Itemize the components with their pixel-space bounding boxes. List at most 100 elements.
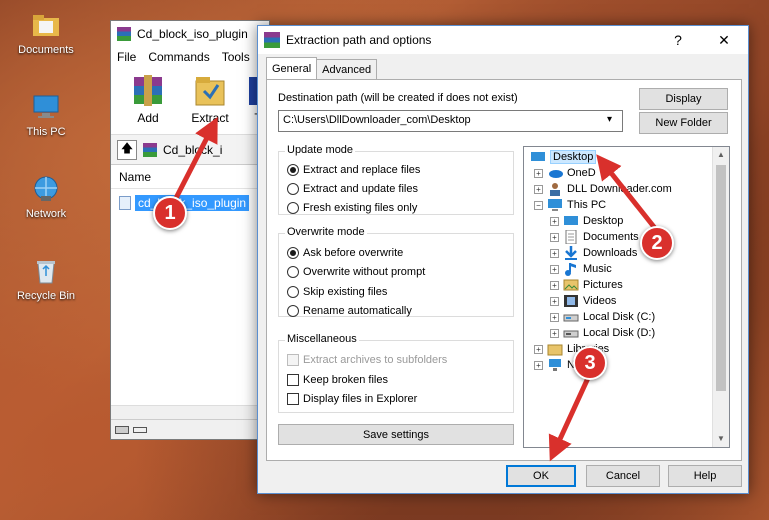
- key-icon: [133, 426, 147, 433]
- radio-fresh-existing[interactable]: Fresh existing files only: [287, 202, 417, 214]
- expand-icon[interactable]: +: [550, 264, 559, 274]
- tree-item-local-disk-c[interactable]: + Local Disk (C:): [550, 309, 655, 325]
- libraries-icon: [547, 342, 563, 356]
- menu-tools[interactable]: Tools: [222, 50, 250, 64]
- collapse-icon[interactable]: −: [534, 200, 543, 210]
- expand-icon[interactable]: +: [550, 280, 559, 290]
- horizontal-scrollbar[interactable]: [111, 405, 269, 419]
- option-label: Fresh existing files only: [303, 202, 418, 214]
- tree-item-music[interactable]: + Music: [550, 261, 612, 277]
- extract-to-button[interactable]: Extract To: [185, 73, 235, 139]
- expand-icon[interactable]: +: [550, 248, 559, 258]
- overwrite-mode-title: Overwrite mode: [285, 226, 367, 238]
- display-button[interactable]: Display: [639, 88, 728, 110]
- help-button[interactable]: Help: [668, 465, 742, 487]
- radio-rename-automatically[interactable]: Rename automatically: [287, 305, 412, 317]
- tab-general[interactable]: General: [266, 57, 318, 79]
- destination-path-input[interactable]: C:\Users\DllDownloader_com\Desktop: [278, 110, 623, 132]
- onedrive-icon: [547, 166, 563, 180]
- scroll-down-icon[interactable]: ▼: [713, 431, 729, 447]
- expand-icon[interactable]: +: [534, 360, 543, 370]
- desktop-icon-this-pc[interactable]: This PC: [8, 92, 84, 138]
- file-row[interactable]: cd_block_iso_plugin: [119, 193, 269, 213]
- save-settings-button[interactable]: Save settings: [278, 424, 514, 445]
- radio-button[interactable]: [287, 164, 299, 176]
- extract-to-icon: [190, 73, 230, 109]
- close-button[interactable]: ✕: [704, 26, 744, 54]
- winrar-menubar: File Commands Tools: [111, 47, 269, 67]
- tree-item-videos[interactable]: + Videos: [550, 293, 616, 309]
- tree-scrollbar[interactable]: ▲ ▼: [712, 147, 729, 447]
- dialog-title: Extraction path and options: [286, 33, 432, 47]
- expand-icon[interactable]: +: [550, 232, 559, 242]
- check-display-in-explorer[interactable]: Display files in Explorer: [287, 393, 417, 405]
- radio-ask-before-overwrite[interactable]: Ask before overwrite: [287, 247, 403, 259]
- radio-button[interactable]: [287, 266, 299, 278]
- checkbox[interactable]: [287, 374, 299, 386]
- radio-button[interactable]: [287, 183, 299, 195]
- winrar-titlebar: Cd_block_iso_plugin: [111, 21, 269, 47]
- tree-item-network[interactable]: + N: [534, 357, 575, 373]
- help-title-button[interactable]: ?: [658, 26, 698, 54]
- menu-file[interactable]: File: [117, 50, 136, 64]
- dialog-tabs: General Advanced: [266, 57, 378, 79]
- add-button[interactable]: Add: [123, 73, 173, 134]
- desktop-icon-label: Network: [25, 208, 67, 220]
- tree-item-pictures[interactable]: + Pictures: [550, 277, 623, 293]
- tree-item-local-disk-d[interactable]: + Local Disk (D:): [550, 325, 655, 341]
- up-folder-button[interactable]: 🡅: [117, 139, 137, 160]
- recycle-bin-icon: [31, 256, 61, 286]
- expand-icon[interactable]: +: [550, 328, 559, 338]
- tree-item-onedrive[interactable]: + OneD: [534, 165, 596, 181]
- address-path[interactable]: Cd_block_i: [163, 143, 222, 157]
- scroll-up-icon[interactable]: ▲: [713, 147, 729, 163]
- column-header-name[interactable]: Name: [111, 165, 269, 189]
- expand-icon[interactable]: +: [534, 184, 543, 194]
- add-label: Add: [137, 111, 159, 125]
- expand-icon[interactable]: +: [550, 312, 559, 322]
- tree-item-documents[interactable]: + Documents: [550, 229, 639, 245]
- file-name: cd_block_iso_plugin: [135, 195, 250, 211]
- user-icon: [547, 182, 563, 196]
- tree-item-downloads[interactable]: + Downloads: [550, 245, 637, 261]
- checkbox[interactable]: [287, 393, 299, 405]
- check-keep-broken-files[interactable]: Keep broken files: [287, 374, 388, 386]
- update-mode-title: Update mode: [285, 144, 356, 156]
- desktop-icon-network[interactable]: Network: [8, 174, 84, 220]
- winrar-app-icon: [264, 32, 280, 48]
- cancel-button[interactable]: Cancel: [586, 465, 660, 487]
- folder-tree[interactable]: Desktop + OneD + DLL Downloader.com − Th…: [523, 146, 730, 448]
- tree-item-pc-desktop[interactable]: + Desktop: [550, 213, 623, 229]
- radio-button[interactable]: [287, 286, 299, 298]
- radio-button[interactable]: [287, 247, 299, 259]
- radio-overwrite-without-prompt[interactable]: Overwrite without prompt: [287, 266, 425, 278]
- expand-icon[interactable]: +: [550, 296, 559, 306]
- new-folder-button[interactable]: New Folder: [639, 112, 728, 134]
- file-icon: [119, 196, 131, 210]
- chevron-down-icon[interactable]: ▾: [607, 114, 612, 125]
- radio-extract-replace[interactable]: Extract and replace files: [287, 164, 420, 176]
- expand-icon[interactable]: +: [534, 344, 543, 354]
- tree-item-label: Pictures: [583, 279, 623, 291]
- tree-item-desktop[interactable]: Desktop: [530, 149, 597, 165]
- desktop-icon-label: This PC: [26, 126, 66, 138]
- expand-icon[interactable]: +: [534, 168, 543, 178]
- general-panel: Destination path (will be created if doe…: [266, 79, 742, 461]
- radio-button[interactable]: [287, 202, 299, 214]
- menu-commands[interactable]: Commands: [148, 50, 209, 64]
- expand-icon[interactable]: +: [550, 216, 559, 226]
- desktop-icon-recycle-bin[interactable]: Recycle Bin: [8, 256, 84, 302]
- desktop-icon-documents[interactable]: Documents: [8, 10, 84, 56]
- tab-advanced[interactable]: Advanced: [316, 59, 378, 79]
- tree-item-user[interactable]: + DLL Downloader.com: [534, 181, 672, 197]
- tree-item-label: Documents: [583, 231, 639, 243]
- radio-button[interactable]: [287, 305, 299, 317]
- drive-icon: [115, 425, 129, 434]
- tree-item-this-pc[interactable]: − This PC: [534, 197, 606, 213]
- ok-button[interactable]: OK: [506, 465, 576, 487]
- radio-extract-update[interactable]: Extract and update files: [287, 183, 418, 195]
- scroll-thumb[interactable]: [716, 165, 726, 391]
- tree-item-label: This PC: [567, 199, 607, 211]
- radio-skip-existing[interactable]: Skip existing files: [287, 286, 387, 298]
- tree-item-label: Desktop: [583, 215, 624, 227]
